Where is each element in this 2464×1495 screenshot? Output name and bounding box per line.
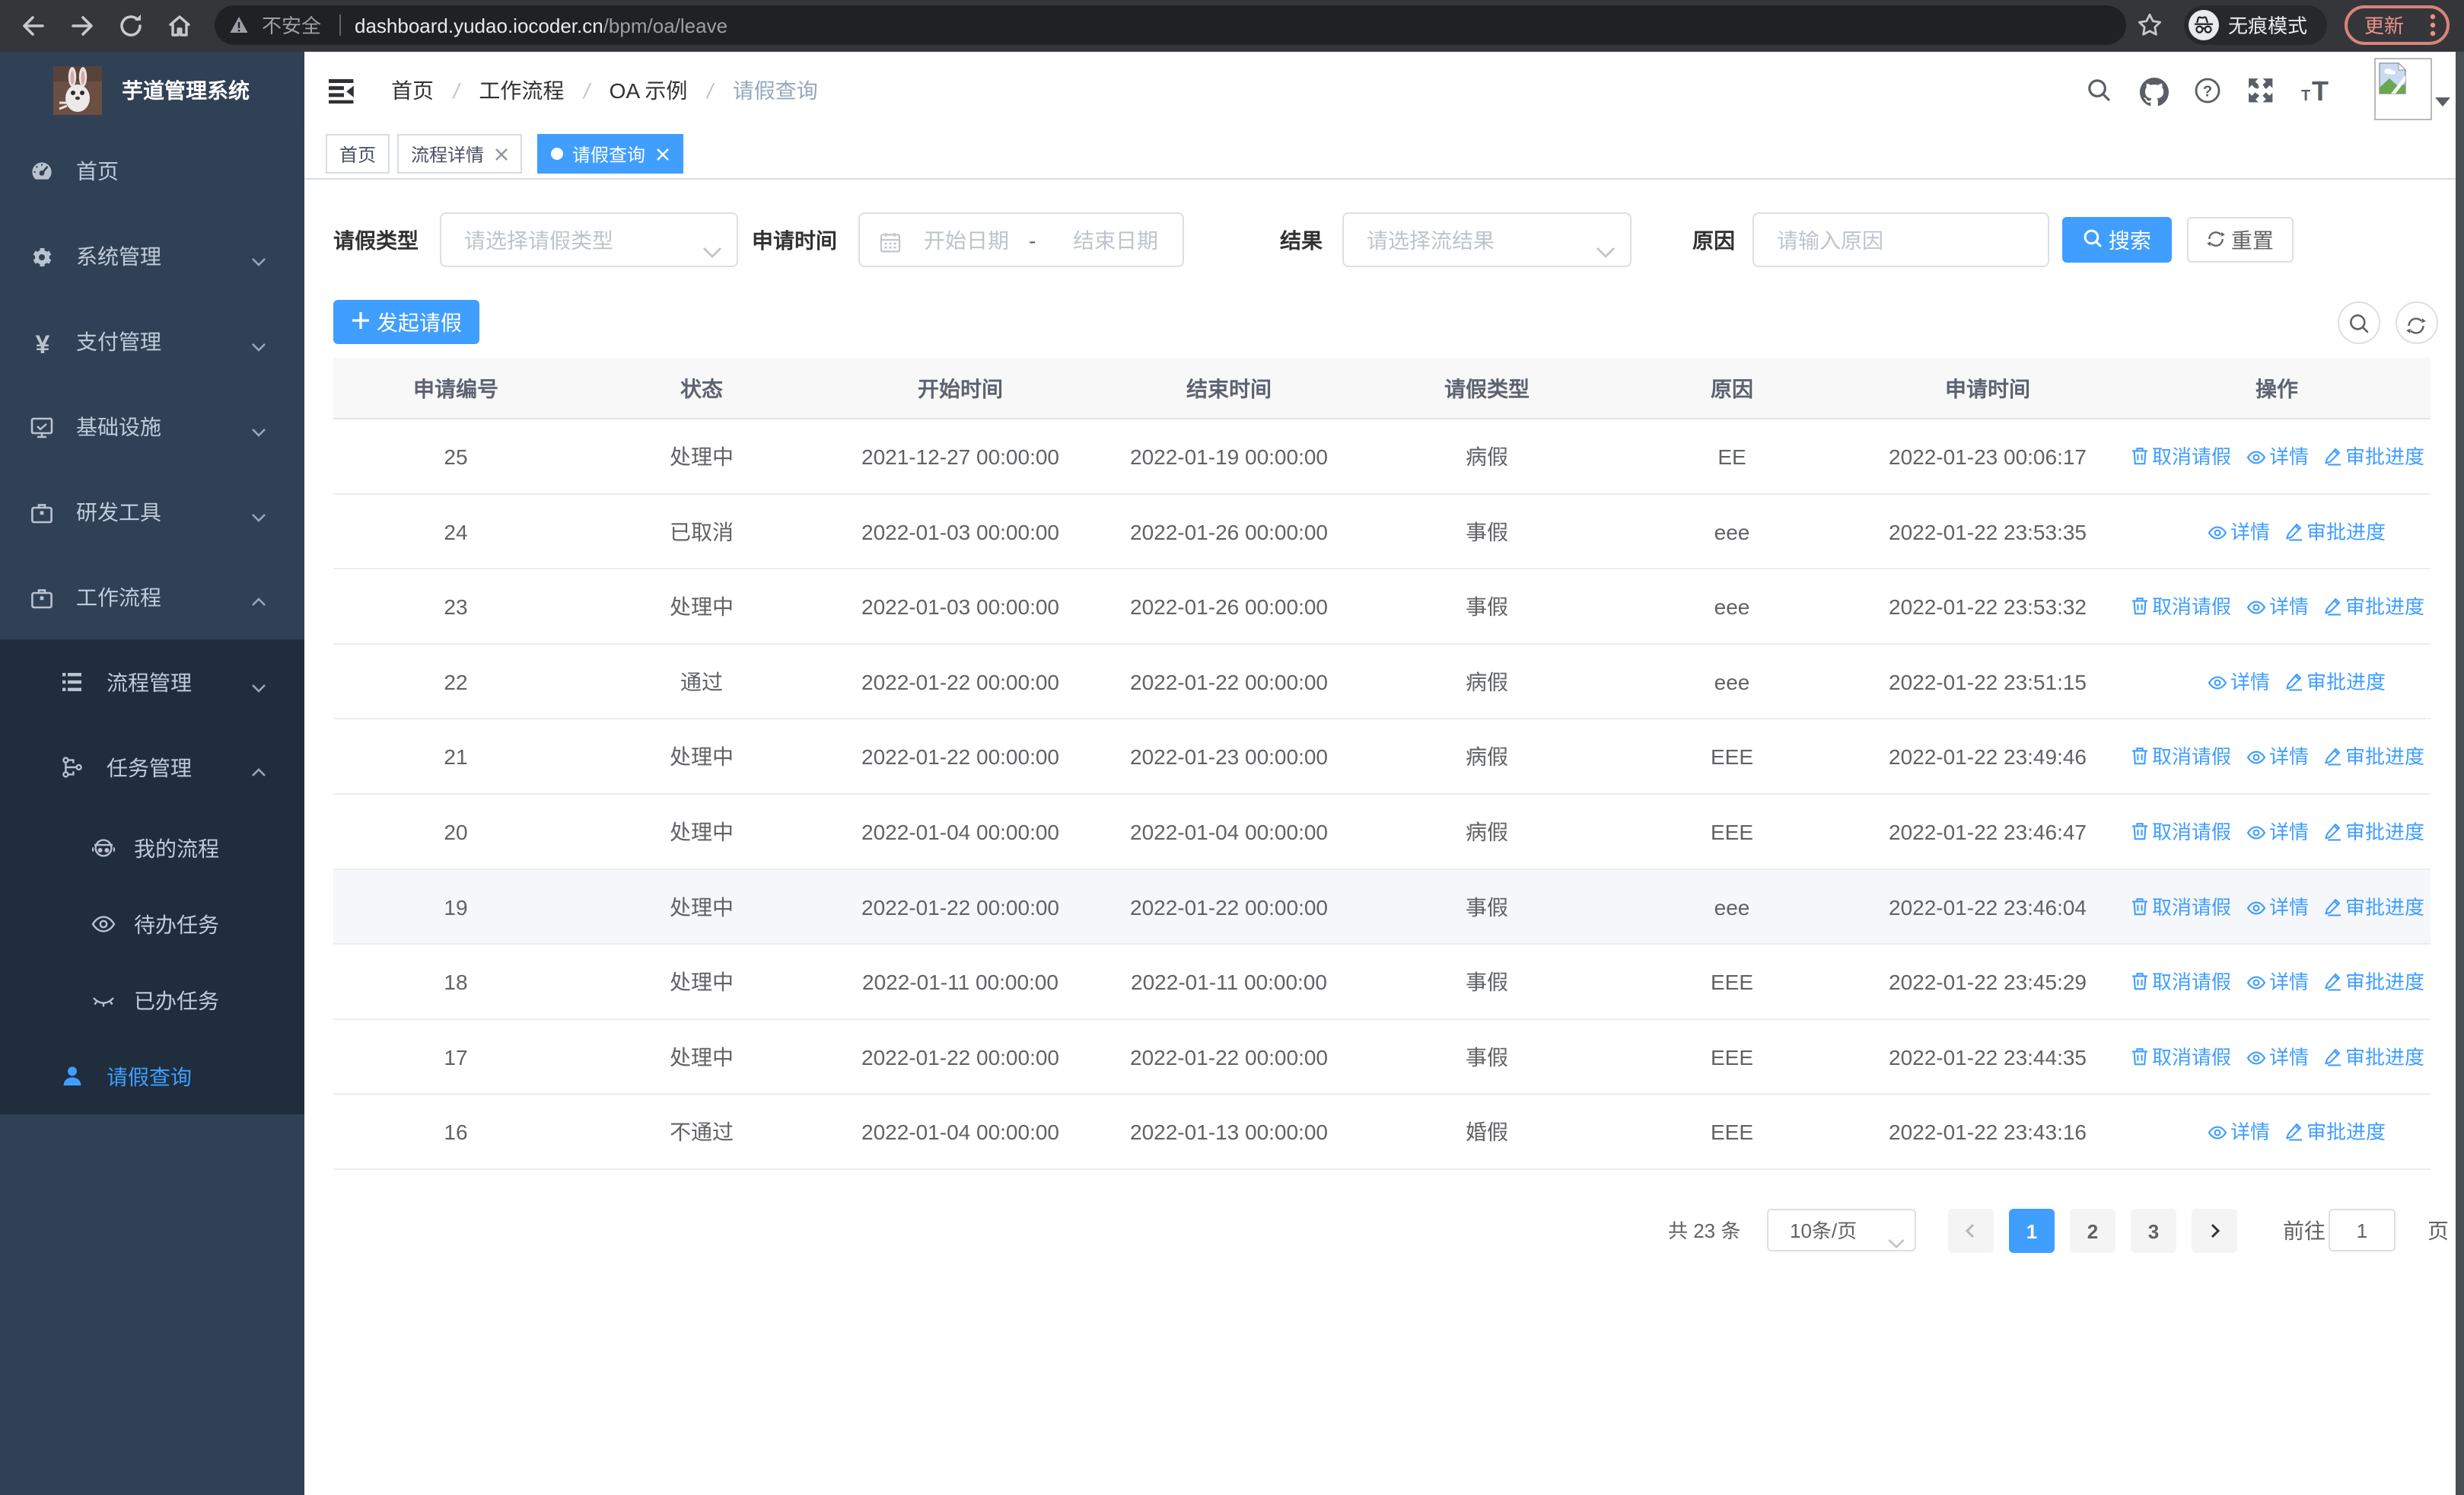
svg-text:T: T — [2312, 78, 2329, 104]
svg-text:¥: ¥ — [36, 330, 50, 356]
svg-text:T: T — [2301, 88, 2310, 104]
svg-text:?: ? — [2203, 84, 2212, 100]
